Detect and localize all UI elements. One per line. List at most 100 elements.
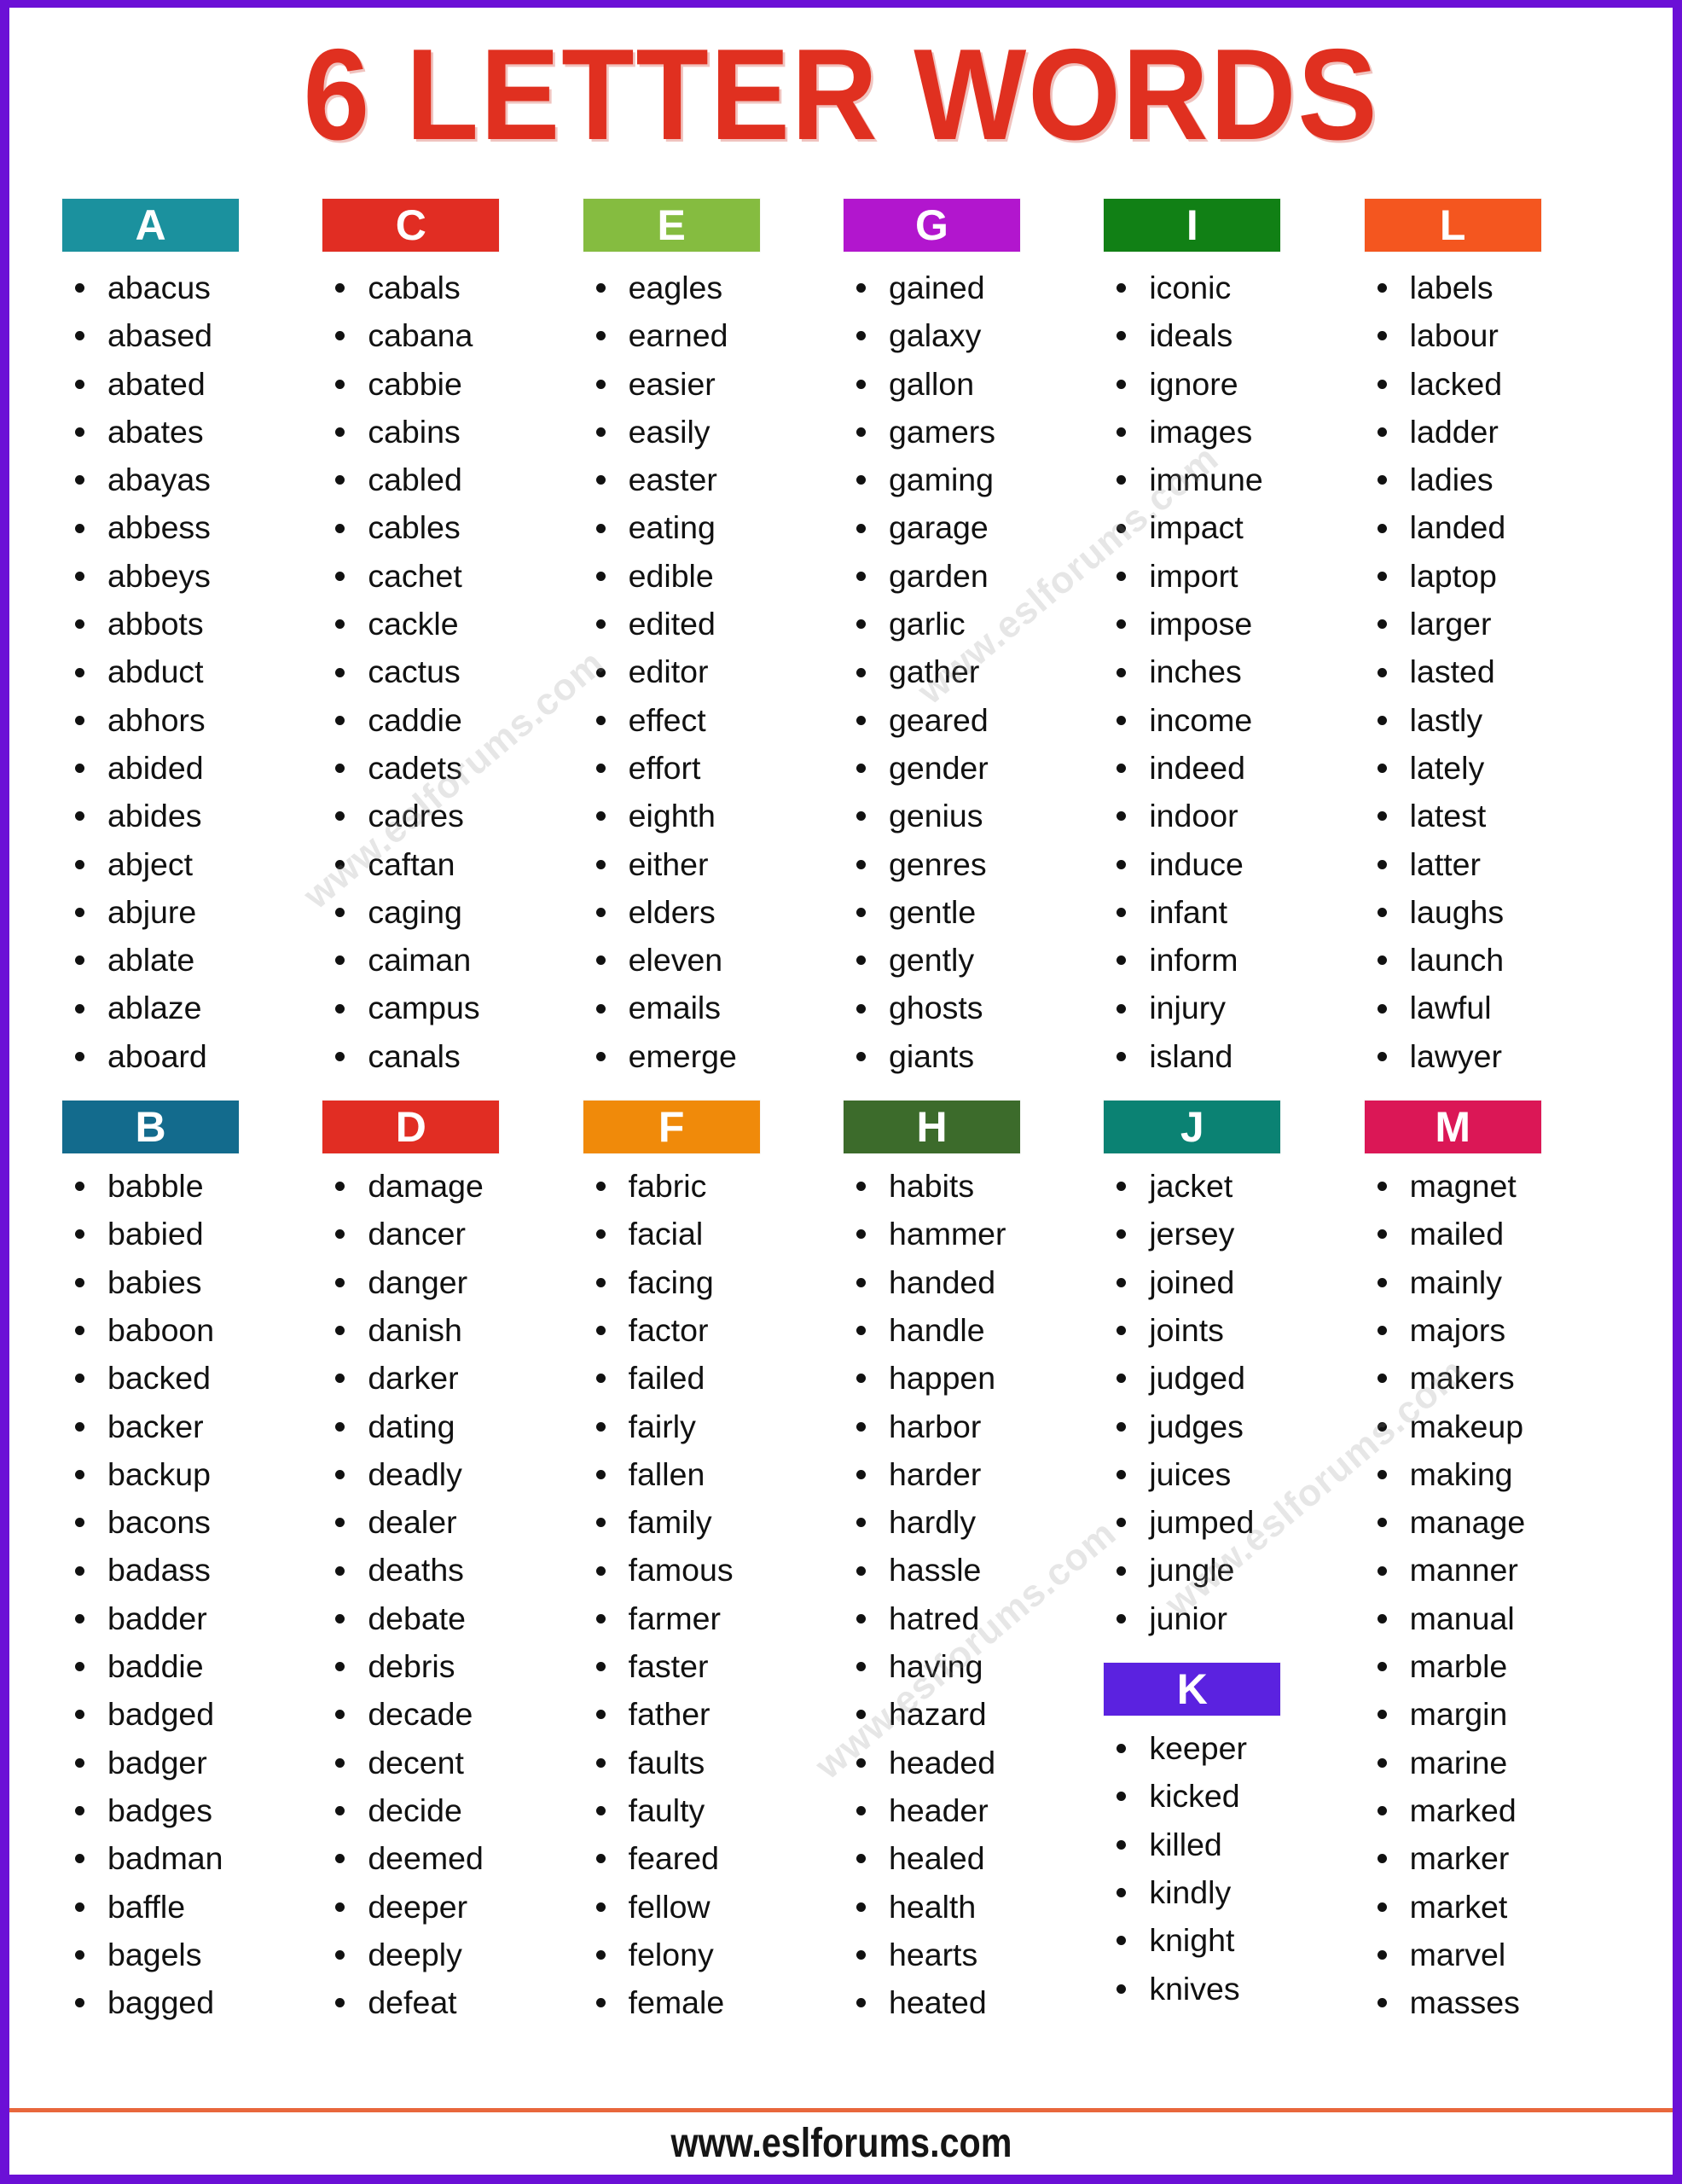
word-text: failed — [628, 1360, 705, 1397]
list-item: effort — [583, 744, 844, 792]
word-text: ablaze — [107, 990, 202, 1026]
bullet-icon — [75, 619, 84, 630]
list-item: infant — [1104, 888, 1364, 936]
bullet-icon — [856, 715, 866, 725]
list-item: decide — [322, 1786, 583, 1834]
list-item: bacons — [62, 1498, 322, 1546]
bullet-icon — [595, 1710, 606, 1720]
list-item: backed — [62, 1354, 322, 1402]
list-item: knight — [1104, 1916, 1364, 1964]
list-item: babble — [62, 1162, 322, 1210]
letter-badge-f: F — [583, 1101, 760, 1154]
letter-group-d: Ddamage dancer danger danish darker dating dea… — [322, 1101, 583, 2026]
list-item: dealer — [322, 1498, 583, 1546]
bullet-icon — [856, 1277, 866, 1287]
word-text: joined — [1149, 1263, 1235, 1300]
list-item: backer — [62, 1403, 322, 1450]
word-text: canals — [368, 1037, 461, 1074]
list-item: manage — [1365, 1498, 1625, 1546]
bullet-icon — [75, 283, 84, 293]
bullet-icon — [595, 1565, 606, 1576]
list-item: handle — [844, 1306, 1104, 1354]
word-text: jungle — [1149, 1552, 1235, 1589]
bullet-icon — [335, 1998, 345, 2008]
bullet-icon — [1116, 331, 1127, 341]
bullet-icon — [595, 1518, 606, 1528]
letter-badge-label: A — [135, 201, 166, 249]
bullet-icon — [1116, 1229, 1127, 1240]
list-item: income — [1104, 696, 1364, 744]
word-text: fellow — [628, 1888, 710, 1925]
list-item: faults — [583, 1739, 844, 1786]
list-item: hassle — [844, 1546, 1104, 1594]
letter-badge-label: E — [657, 201, 686, 249]
list-item: badges — [62, 1786, 322, 1834]
word-list-l: labels labour lacked ladder ladies landed lapt… — [1365, 264, 1625, 1080]
bullet-icon — [1116, 427, 1127, 438]
list-item: decent — [322, 1739, 583, 1786]
bullet-icon — [856, 379, 866, 389]
bullet-icon — [1377, 619, 1387, 630]
letter-badge-label: J — [1180, 1103, 1204, 1152]
word-text: kindly — [1149, 1873, 1232, 1910]
word-text: cadres — [368, 798, 464, 834]
list-item: hazard — [844, 1690, 1104, 1738]
bullet-icon — [1377, 1662, 1387, 1672]
bullet-icon — [856, 1613, 866, 1623]
list-item: gentle — [844, 888, 1104, 936]
list-item: lately — [1365, 744, 1625, 792]
word-text: deeper — [368, 1888, 468, 1925]
word-text: edited — [628, 606, 716, 642]
bullet-icon — [1377, 859, 1387, 869]
list-item: badman — [62, 1834, 322, 1882]
bullet-icon — [75, 956, 84, 966]
word-text: hardly — [889, 1504, 977, 1541]
list-item: latest — [1365, 792, 1625, 839]
list-item: masses — [1365, 1978, 1625, 2026]
list-item: larger — [1365, 600, 1625, 648]
word-text: caddie — [368, 701, 462, 738]
list-item: mainly — [1365, 1258, 1625, 1306]
word-text: ablate — [107, 942, 195, 979]
bullet-icon — [856, 1182, 866, 1192]
bullet-icon — [595, 908, 606, 917]
bullet-icon — [856, 1374, 866, 1384]
list-item: manner — [1365, 1546, 1625, 1594]
bullet-icon — [1116, 1326, 1127, 1336]
word-text: marked — [1409, 1792, 1517, 1828]
letter-group-k: Kkeeper kicked killed kindly knight knives — [1104, 1663, 1364, 2013]
bullet-icon — [1377, 764, 1387, 774]
word-text: abayas — [107, 462, 211, 498]
word-list-k: keeper kicked killed kindly knight knives — [1104, 1724, 1364, 2013]
title-area: 6 LETTER WORDS — [9, 8, 1673, 199]
word-text: impose — [1149, 606, 1253, 642]
list-item: cabled — [322, 456, 583, 503]
bullet-icon — [595, 379, 606, 389]
list-item: abayas — [62, 456, 322, 503]
bullet-icon — [75, 379, 84, 389]
letter-grid: Aabacus abased abated abates abayas abbess abb… — [9, 199, 1673, 2108]
list-item: hammer — [844, 1210, 1104, 1258]
letter-group-f: Ffabric facial facing factor failed fairly fal… — [583, 1101, 844, 2026]
list-item: images — [1104, 408, 1364, 456]
poster-inner: 6 LETTER WORDS Aabacus abased abated abates… — [9, 8, 1673, 2175]
bullet-icon — [1116, 1469, 1127, 1479]
list-item: makeup — [1365, 1403, 1625, 1450]
word-text: either — [628, 845, 709, 882]
list-item: fallen — [583, 1450, 844, 1498]
bullet-icon — [335, 1757, 345, 1768]
letter-badge-label: F — [658, 1103, 685, 1152]
word-text: gently — [889, 942, 975, 979]
bullet-icon — [856, 1051, 866, 1061]
word-text: abates — [107, 413, 204, 450]
word-text: baddie — [107, 1648, 204, 1685]
word-text: headed — [889, 1744, 996, 1780]
list-item: felony — [583, 1931, 844, 1978]
word-text: ladies — [1409, 462, 1494, 498]
bullet-icon — [1116, 475, 1127, 485]
word-text: backer — [107, 1408, 204, 1444]
bullet-icon — [1377, 523, 1387, 533]
bullet-icon — [335, 1374, 345, 1384]
bullet-icon — [595, 523, 606, 533]
bullet-icon — [335, 1662, 345, 1672]
